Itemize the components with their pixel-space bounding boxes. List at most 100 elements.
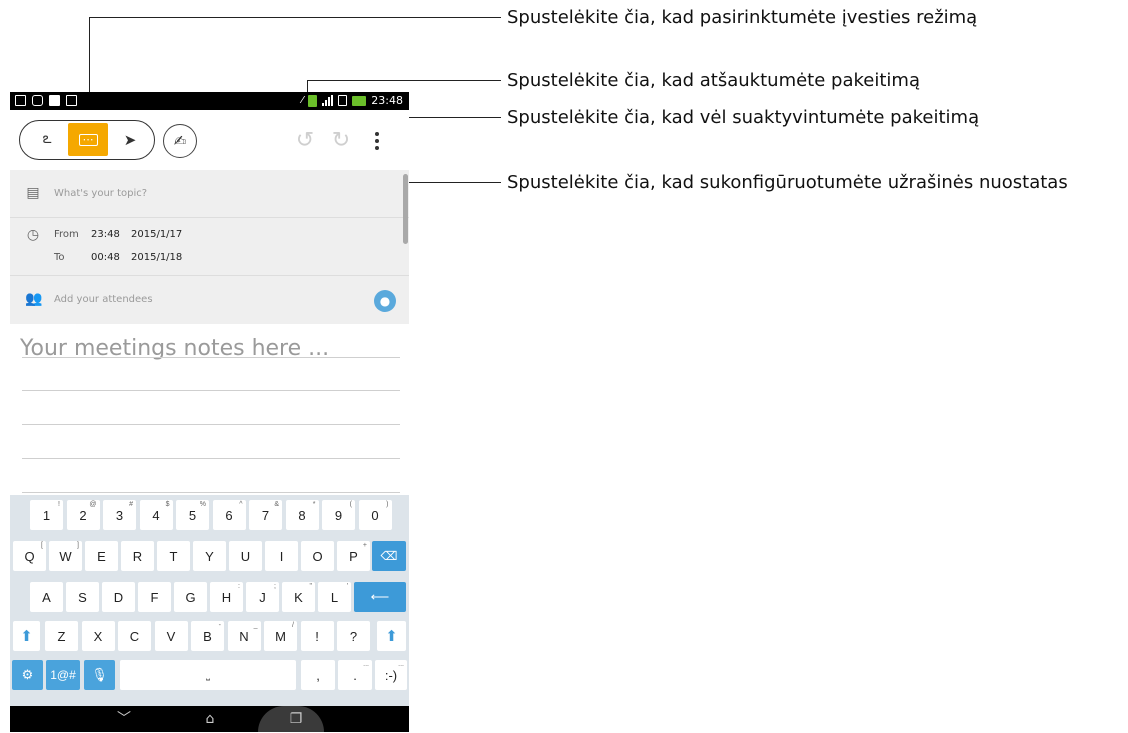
topic-icon: ▤ (26, 185, 40, 201)
key-z[interactable]: Z (45, 621, 78, 651)
key-secondary-label: [ (41, 542, 43, 549)
key-8[interactable]: 8 * (285, 500, 319, 530)
key-t[interactable]: T (157, 541, 190, 571)
key-secondary-label: $ (165, 501, 170, 508)
from-time[interactable]: 23:48 (91, 229, 120, 240)
key-secondary-label: ' (346, 583, 348, 590)
key-label: D (113, 589, 124, 605)
shift-icon: ⬆ (385, 628, 398, 645)
symbols-key[interactable]: 1@# (46, 660, 80, 690)
to-date[interactable]: 2015/1/18 (131, 252, 182, 263)
key-n[interactable]: N _ (227, 621, 261, 651)
to-time[interactable]: 00:48 (91, 252, 120, 263)
recents-button[interactable]: ❐ (286, 709, 306, 729)
key-x[interactable]: X (81, 621, 115, 651)
mute-icon: ⁄ (301, 95, 304, 106)
voice-key[interactable]: 🎙 (84, 660, 115, 690)
key-e[interactable]: E (85, 541, 118, 571)
key-5[interactable]: 5% (176, 500, 209, 530)
shift-key-right[interactable]: ⬆ (377, 621, 406, 651)
keyboard-mode-button[interactable]: ⋯ (68, 123, 108, 156)
key-label: R (132, 548, 143, 564)
key-p[interactable]: P + (337, 541, 370, 571)
backspace-icon: ⌫ (380, 549, 398, 563)
scrollbar[interactable] (403, 174, 408, 244)
key-3[interactable]: 3 # (103, 500, 136, 530)
back-button[interactable]: ﹀ (114, 709, 134, 729)
home-button[interactable]: ⌂ (200, 709, 220, 729)
recents-icon: ❐ (289, 711, 303, 727)
key-question[interactable]: ? (337, 621, 370, 651)
back-icon: ﹀ (117, 711, 131, 727)
notes-toolbar: ఽ ⋯ ➤ ✍ ↺ ↻ (10, 110, 409, 170)
key-label: I (279, 548, 284, 564)
key-c[interactable]: C (118, 621, 151, 651)
key-o[interactable]: O (301, 541, 334, 571)
key-exclamation[interactable]: ! (300, 621, 334, 651)
from-date[interactable]: 2015/1/17 (131, 229, 182, 240)
key-b[interactable]: B- (191, 621, 224, 651)
period-key-label: . (353, 667, 357, 683)
callout-input-mode: Spustelėkite čia, kad pasirinktumėte įve… (507, 7, 978, 28)
key-w[interactable]: W] (49, 541, 82, 571)
key-secondary-label: * (312, 501, 316, 508)
handwriting-mode-button[interactable]: ఽ (29, 126, 65, 153)
key-secondary-label: ^ (239, 501, 243, 508)
more-options-button[interactable] (374, 132, 380, 154)
key-j[interactable]: J; (246, 582, 279, 612)
settings-key[interactable]: ⚙ (12, 660, 43, 690)
key-y[interactable]: Y (193, 541, 226, 571)
comma-key[interactable]: , (301, 660, 335, 690)
key-k[interactable]: K " (282, 582, 315, 612)
redo-button[interactable]: ↻ (330, 130, 352, 152)
smiley-key-ellipsis: ... (398, 661, 404, 668)
key-secondary-label: # (129, 501, 133, 508)
key-d[interactable]: D (102, 582, 135, 612)
space-key[interactable]: ⎵ (120, 660, 296, 690)
key-m[interactable]: M / (264, 621, 297, 651)
topic-placeholder: What's your topic? (54, 188, 148, 199)
draw-button[interactable]: ✍ (163, 124, 197, 158)
key-v[interactable]: V (154, 621, 188, 651)
image-icon (66, 95, 77, 106)
smiley-key-label: :-) (384, 667, 398, 683)
key-label: T (169, 548, 178, 564)
key-label: B (203, 628, 212, 644)
key-label: 0 (371, 507, 379, 523)
topic-field[interactable]: ▤ What's your topic? (10, 170, 409, 218)
key-label: G (185, 589, 196, 605)
key-g[interactable]: G (174, 582, 207, 612)
key-label: 2 (79, 507, 87, 523)
notes-area[interactable]: Your meetings notes here ... (10, 324, 409, 495)
period-key[interactable]: . ... (338, 660, 372, 690)
key-7[interactable]: 7 & (249, 500, 282, 530)
key-i[interactable]: I (265, 541, 298, 571)
key-q[interactable]: Q[ (13, 541, 46, 571)
undo-button[interactable]: ↺ (294, 130, 316, 152)
pen-mode-button[interactable]: ➤ (112, 126, 148, 153)
smiley-key[interactable]: :-) ... (375, 660, 407, 690)
key-label: H (221, 589, 232, 605)
key-l[interactable]: L ' (318, 582, 351, 612)
key-6[interactable]: 6 ^ (212, 500, 246, 530)
key-9[interactable]: 9( (322, 500, 355, 530)
key-2[interactable]: 2 @ (66, 500, 100, 530)
key-1[interactable]: 1! (30, 500, 63, 530)
backspace-key[interactable]: ⌫ (372, 541, 406, 571)
key-f[interactable]: F (138, 582, 171, 612)
key-u[interactable]: U (229, 541, 262, 571)
add-contact-button[interactable]: ● (374, 290, 396, 312)
key-a[interactable]: A (30, 582, 63, 612)
redo-icon: ↻ (331, 128, 351, 153)
key-r[interactable]: R (121, 541, 154, 571)
enter-key[interactable]: ⟵ (354, 582, 406, 612)
key-secondary-label: _ (253, 622, 258, 629)
key-s[interactable]: S (66, 582, 99, 612)
key-0[interactable]: 0) (358, 500, 392, 530)
attendees-field[interactable]: 👥 Add your attendees ● (10, 276, 409, 324)
key-4[interactable]: 4 $ (139, 500, 173, 530)
key-label: S (78, 589, 87, 605)
key-secondary-label: ( (349, 501, 352, 508)
shift-key-left[interactable]: ⬆ (13, 621, 40, 651)
key-h[interactable]: H: (210, 582, 243, 612)
